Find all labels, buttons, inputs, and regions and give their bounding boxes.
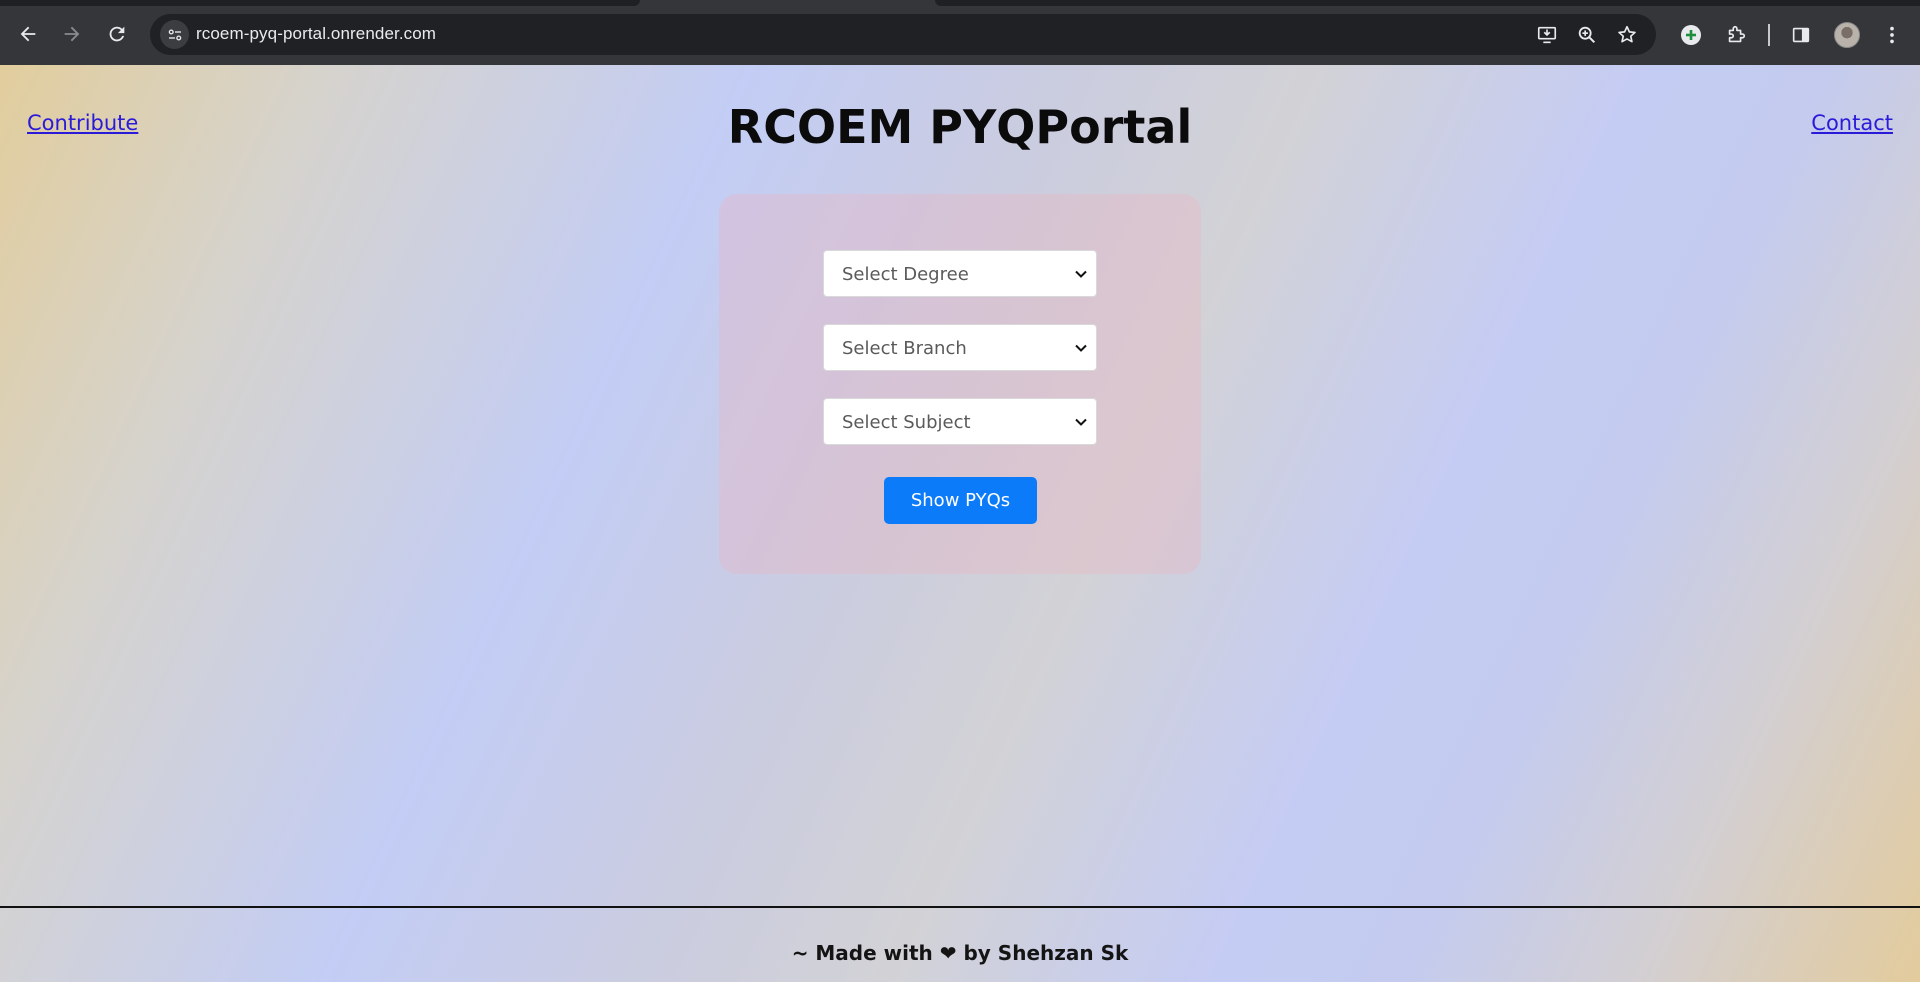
back-arrow-icon[interactable]	[8, 14, 48, 54]
degree-select-value: Select Degree	[842, 264, 969, 285]
page-viewport: Contribute RCOEM PYQPortal Contact Selec…	[0, 65, 1920, 982]
chevron-down-icon	[1075, 418, 1087, 426]
kebab-menu-icon[interactable]	[1877, 20, 1907, 50]
extension-plus-icon[interactable]	[1676, 20, 1706, 50]
address-bar[interactable]: rcoem-pyq-portal.onrender.com	[150, 14, 1656, 55]
footer-prefix: ~ Made with	[791, 941, 933, 965]
page-title: RCOEM PYQPortal	[727, 100, 1193, 154]
subject-select[interactable]: Select Subject	[823, 398, 1097, 445]
extensions-puzzle-icon[interactable]	[1721, 20, 1751, 50]
profile-avatar[interactable]	[1834, 22, 1860, 48]
bookmark-star-icon[interactable]	[1614, 22, 1640, 48]
chevron-down-icon	[1075, 270, 1087, 278]
heart-icon: ❤	[939, 941, 957, 965]
zoom-icon[interactable]	[1574, 22, 1600, 48]
footer-credit: ~ Made with ❤ by Shehzan Sk	[0, 941, 1920, 965]
chevron-down-icon	[1075, 344, 1087, 352]
reload-icon[interactable]	[97, 14, 137, 54]
url-text[interactable]: rcoem-pyq-portal.onrender.com	[196, 24, 436, 44]
toolbar-separator	[1768, 24, 1770, 46]
side-panel-icon[interactable]	[1786, 20, 1816, 50]
show-pyqs-button[interactable]: Show PYQs	[884, 477, 1037, 524]
tab-strip-left	[0, 0, 640, 6]
branch-select-value: Select Branch	[842, 338, 967, 359]
site-info-icon[interactable]	[160, 20, 189, 49]
forward-arrow-icon[interactable]	[52, 14, 92, 54]
subject-select-value: Select Subject	[842, 412, 971, 433]
selection-card: Select Degree Select Branch Select Subje…	[719, 194, 1201, 574]
browser-toolbar: rcoem-pyq-portal.onrender.com	[0, 0, 1920, 65]
branch-select[interactable]: Select Branch	[823, 324, 1097, 371]
tab-strip-right	[935, 0, 1920, 6]
footer-divider	[0, 906, 1920, 908]
contact-link[interactable]: Contact	[1811, 111, 1893, 135]
degree-select[interactable]: Select Degree	[823, 250, 1097, 297]
footer-suffix: by Shehzan Sk	[963, 941, 1129, 965]
install-app-icon[interactable]	[1534, 22, 1560, 48]
